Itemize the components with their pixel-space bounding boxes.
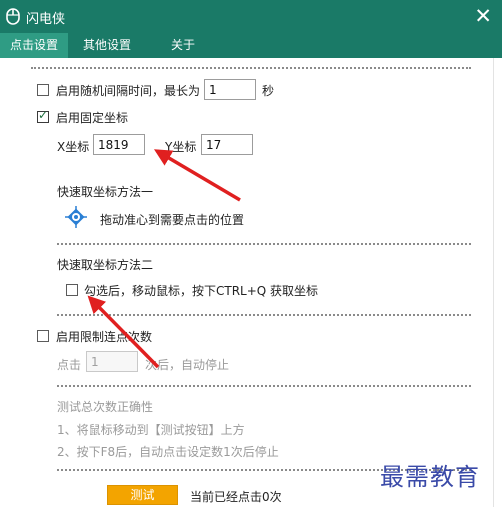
arrow-to-hotkey-checkbox: [87, 295, 160, 369]
watermark: 最需教育: [380, 463, 480, 491]
annotation-arrows: [87, 149, 241, 369]
arrow-to-coords: [153, 149, 241, 202]
